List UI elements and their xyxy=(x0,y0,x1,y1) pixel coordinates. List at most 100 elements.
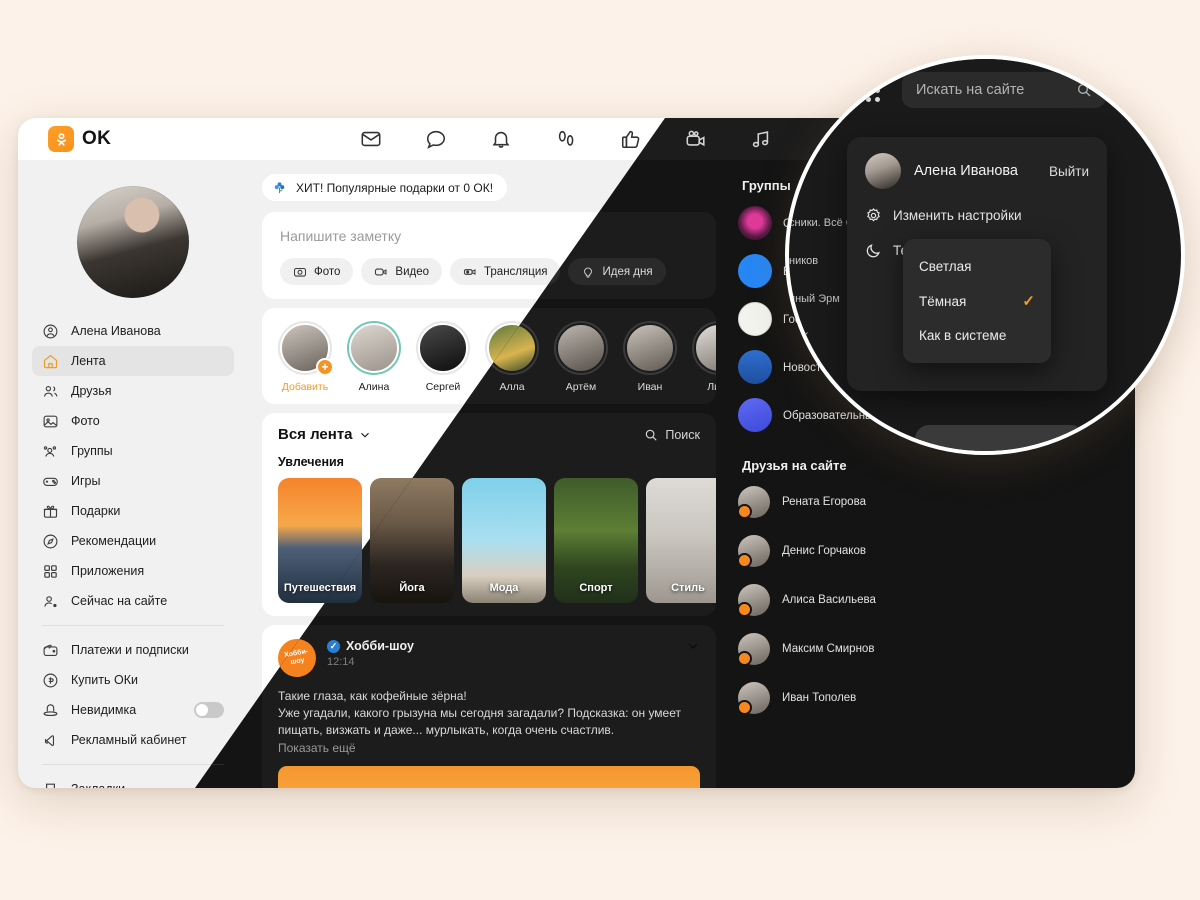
sidebar-item-label: Лента xyxy=(71,354,106,368)
thumbs-up-icon[interactable] xyxy=(620,128,642,150)
sidebar-item-groups[interactable]: Группы xyxy=(32,436,234,466)
plus-icon: + xyxy=(316,358,334,376)
verified-badge-icon: ✓ xyxy=(327,639,340,653)
post-show-more[interactable]: Показать ещё xyxy=(278,741,700,755)
sidebar-item-photo[interactable]: Фото xyxy=(32,406,234,436)
bell-icon[interactable] xyxy=(490,128,512,150)
apps-grid-icon[interactable] xyxy=(857,78,880,102)
sidebar-item-label: Подарки xyxy=(71,504,121,518)
music-note-icon[interactable] xyxy=(750,128,772,150)
sidebar-item-ads[interactable]: Рекламный кабинет xyxy=(32,725,234,755)
sidebar-item-apps[interactable]: Приложения xyxy=(32,556,234,586)
groups-icon xyxy=(42,443,59,460)
sidebar-item-feed[interactable]: Лента xyxy=(32,346,234,376)
group-avatar xyxy=(738,350,772,384)
online-friend[interactable]: Рената Егорова xyxy=(737,486,1119,519)
theme-option-dark[interactable]: Тёмная ✓ xyxy=(903,283,1051,319)
user-avatar xyxy=(1122,73,1156,107)
search-input[interactable]: Искать на сайте xyxy=(902,72,1106,108)
online-friend[interactable]: Максим Смирнов xyxy=(737,633,1119,666)
group-avatar xyxy=(738,398,772,432)
compass-icon xyxy=(42,533,59,550)
sidebar-item-online-now[interactable]: Сейчас на сайте xyxy=(32,586,234,616)
camera-icon xyxy=(293,265,307,279)
magnified-top-bar: Искать на сайте xyxy=(789,59,1181,121)
story-item[interactable]: Сергей xyxy=(416,321,470,393)
sidebar-item-label: Купить ОКи xyxy=(71,673,138,687)
hobby-card[interactable]: Мода xyxy=(462,478,546,603)
online-friend-name: Алиса Васильева xyxy=(782,594,876,606)
sidebar-profile-avatar[interactable] xyxy=(77,186,189,298)
avatar xyxy=(737,486,770,519)
sidebar-item-recommendations[interactable]: Рекомендации xyxy=(32,526,234,556)
sidebar-item-gifts[interactable]: Подарки xyxy=(32,496,234,526)
avatar xyxy=(737,584,770,617)
post-author-row[interactable]: ✓ Хобби-шоу xyxy=(327,639,414,653)
feed-search-button[interactable]: Поиск xyxy=(644,428,700,442)
sidebar-item-payments[interactable]: Платежи и подписки xyxy=(32,635,234,665)
story-add[interactable]: + Добавить xyxy=(278,321,334,393)
menu-item-label: Изменить настройки xyxy=(893,208,1022,223)
theme-option-system[interactable]: Как в системе xyxy=(903,319,1051,352)
sidebar-divider-1 xyxy=(42,625,224,626)
story-item[interactable]: Иван xyxy=(623,321,677,393)
video-icon xyxy=(374,265,388,279)
gamepad-icon xyxy=(42,473,59,490)
gear-icon xyxy=(865,207,882,224)
online-friend[interactable]: Алиса Васильева xyxy=(737,584,1119,617)
composer-chip-video[interactable]: Видео xyxy=(361,258,443,285)
online-friend[interactable]: Денис Горчаков xyxy=(737,535,1119,568)
group-avatar xyxy=(738,302,772,336)
composer-chip-broadcast[interactable]: Трансляция xyxy=(450,258,561,285)
profile-menu-button[interactable] xyxy=(1122,73,1175,107)
sidebar-item-label: Платежи и подписки xyxy=(71,643,189,657)
story-avatar xyxy=(623,321,677,375)
post-line-1: Такие глаза, как кофейные зёрна! xyxy=(278,689,467,703)
story-item[interactable]: Артём xyxy=(554,321,608,393)
promo-banner[interactable]: ХИТ! Популярные подарки от 0 ОК! xyxy=(262,174,508,201)
online-friend[interactable]: Иван Тополев xyxy=(737,682,1119,715)
feed-filter-button[interactable]: Вся лента xyxy=(278,426,371,443)
sidebar-item-buy-oki[interactable]: Купить ОКи xyxy=(32,665,234,695)
story-label: Иван xyxy=(637,381,663,393)
menu-item-settings[interactable]: Изменить настройки xyxy=(847,207,1107,224)
post-image[interactable] xyxy=(278,766,700,788)
post-line-3: пищать, визжать и даже... мурлыкать, ког… xyxy=(278,723,615,737)
theme-option-light[interactable]: Светлая xyxy=(903,250,1051,283)
video-camera-icon[interactable] xyxy=(685,128,707,150)
chevron-down-icon xyxy=(1162,84,1175,97)
chip-label: Идея дня xyxy=(602,265,653,278)
avatar xyxy=(865,153,901,189)
footprints-icon[interactable] xyxy=(555,128,577,150)
hobby-card[interactable]: Стиль xyxy=(646,478,716,603)
sidebar-divider-2 xyxy=(42,764,224,765)
sidebar-item-label: Закладки xyxy=(71,782,125,788)
story-label: Алина xyxy=(358,381,390,393)
side-text: сники. Всё О xyxy=(789,217,855,229)
dropdown-user-row: Алена Иванова Выйти xyxy=(847,153,1107,189)
sidebar-item-profile[interactable]: Алена Иванова xyxy=(32,316,234,346)
composer-chip-idea[interactable]: Идея дня xyxy=(568,258,666,285)
brand-light[interactable]: OK xyxy=(48,126,260,152)
sidebar-item-games[interactable]: Игры xyxy=(32,466,234,496)
invisible-toggle[interactable] xyxy=(194,702,224,718)
story-item[interactable]: Алина xyxy=(347,321,401,393)
magnified-side-text: с сники. Всё О ников нный Эрм 20K xyxy=(789,179,855,369)
hobby-label: Стиль xyxy=(671,582,705,594)
bottom-pill[interactable] xyxy=(915,425,1085,451)
sidebar-item-friends[interactable]: Друзья xyxy=(32,376,234,406)
mail-icon[interactable] xyxy=(360,128,382,150)
story-item[interactable]: Лиза xyxy=(692,321,716,393)
logout-button[interactable]: Выйти xyxy=(1049,164,1089,179)
gift-icon xyxy=(42,503,59,520)
sidebar-item-label: Рекламный кабинет xyxy=(71,733,187,747)
chevron-down-icon[interactable] xyxy=(686,639,700,653)
hobby-card[interactable]: Спорт xyxy=(554,478,638,603)
feed-title: Вся лента xyxy=(278,426,353,443)
online-friend-name: Иван Тополев xyxy=(782,692,857,704)
dropdown-user-name[interactable]: Алена Иванова xyxy=(914,163,1018,179)
composer-chip-photo[interactable]: Фото xyxy=(280,258,354,285)
chat-icon[interactable] xyxy=(425,128,447,150)
story-avatar xyxy=(416,321,470,375)
sidebar-item-invisible[interactable]: Невидимка xyxy=(32,695,234,725)
